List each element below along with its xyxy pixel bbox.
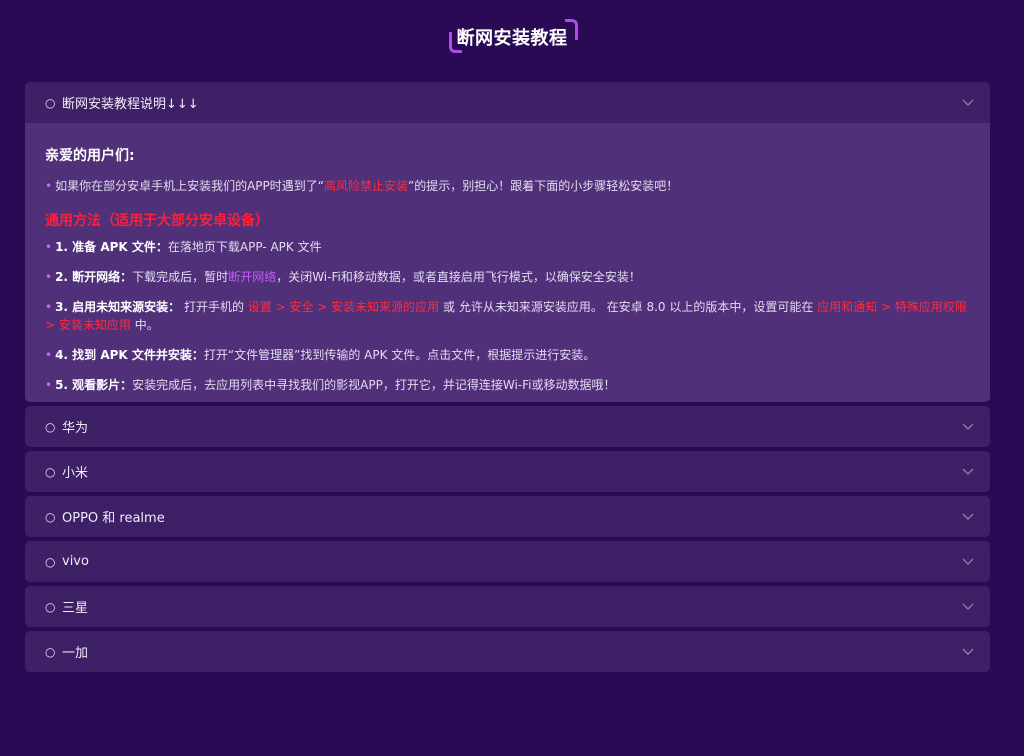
- accordion-header-tutorial[interactable]: ○ 断网安装教程说明↓↓↓: [25, 82, 990, 123]
- accordion-body-tutorial: 亲爱的用户们: • 如果你在部分安卓手机上安装我们的APP时遇到了“高风险禁止安装…: [25, 123, 990, 402]
- step-item: • 3. 启用未知来源安装： 打开手机的 设置 > 安全 > 安装未知来源的应用 …: [45, 298, 970, 334]
- title-corner-decoration: [564, 19, 578, 40]
- step-text: 下载完成后，暂时: [132, 270, 229, 284]
- page-title: 断网安装教程: [448, 19, 578, 53]
- step-highlight: 设置 > 安全 > 安装未知来源的应用: [247, 300, 440, 314]
- bullet-dot-icon: •: [45, 378, 53, 392]
- circle-bullet-icon: ○: [45, 95, 56, 110]
- accordion-header-oneplus[interactable]: ○ 一加: [25, 631, 990, 672]
- step-text: ，关闭Wi-Fi和移动数据，或者直接启用飞行模式，以确保安全安装！: [276, 270, 641, 284]
- step-item: • 4. 找到 APK 文件并安装：打开“文件管理器”找到传输的 APK 文件。点…: [45, 346, 970, 364]
- bullet-dot-icon: •: [45, 300, 53, 314]
- accordion-header-samsung[interactable]: ○ 三星: [25, 586, 990, 627]
- accordion-header-vivo[interactable]: ○ vivo: [25, 541, 990, 582]
- step-item: • 5. 观看影片：安装完成后，去应用列表中寻找我们的影视APP，打开它，并记得连…: [45, 376, 970, 394]
- bullet-dot-icon: •: [45, 240, 53, 254]
- intro-text-after: ”的提示，别担心！跟着下面的小步骤轻松安装吧！: [408, 179, 679, 193]
- accordion-item-huawei: ○ 华为: [25, 406, 990, 447]
- title-corner-decoration: [448, 32, 462, 53]
- step-text: 在落地页下载APP- APK 文件: [167, 240, 322, 254]
- accordion-header-huawei[interactable]: ○ 华为: [25, 406, 990, 447]
- step-text: 打开手机的: [180, 300, 248, 314]
- bullet-dot-icon: •: [45, 348, 53, 362]
- intro-paragraph: • 如果你在部分安卓手机上安装我们的APP时遇到了“高风险禁止安装”的提示，别担心…: [45, 177, 970, 195]
- page-title-text: 断网安装教程: [456, 28, 568, 49]
- page: 断网安装教程 ○ 断网安装教程说明↓↓↓ 亲爱的用户们: • 如果你在部分安卓手机…: [0, 0, 1024, 756]
- accordion-item-xiaomi: ○ 小米: [25, 451, 990, 492]
- step-label: 1. 准备 APK 文件：: [55, 240, 168, 254]
- chevron-down-icon[interactable]: [960, 554, 976, 570]
- chevron-down-icon[interactable]: [960, 599, 976, 615]
- step-text: 安装完成后，去应用列表中寻找我们的影视APP，打开它，并记得连接Wi-Fi或移动…: [132, 378, 616, 392]
- circle-bullet-icon: ○: [45, 599, 56, 614]
- accordion-header-xiaomi[interactable]: ○ 小米: [25, 451, 990, 492]
- accordion-header-label: 小米: [62, 466, 89, 481]
- page-header: 断网安装教程: [0, 19, 1024, 53]
- step-text: 打开“文件管理器”找到传输的 APK 文件。点击文件，根据提示进行安装。: [203, 348, 596, 362]
- bullet-dot-icon: •: [45, 179, 53, 193]
- step-highlight: 断开网络: [228, 270, 277, 284]
- accordion-header-label: 一加: [62, 646, 89, 661]
- chevron-down-icon[interactable]: [960, 644, 976, 660]
- accordion-item-samsung: ○ 三星: [25, 586, 990, 627]
- accordion-item-oppo-realme: ○ OPPO 和 realme: [25, 496, 990, 537]
- accordion-header-label: vivo: [62, 554, 89, 569]
- section-title: 通用方法（适用于大部分安卓设备）: [45, 213, 269, 229]
- accordion-header-label: 断网安装教程说明↓↓↓: [62, 97, 199, 112]
- step-label: 4. 找到 APK 文件并安装：: [55, 348, 204, 362]
- chevron-down-icon[interactable]: [960, 95, 976, 111]
- accordion-header-label: 华为: [62, 421, 89, 436]
- accordion-item-oneplus: ○ 一加: [25, 631, 990, 672]
- step-label: 2. 断开网络：: [55, 270, 133, 284]
- accordion-header-oppo-realme[interactable]: ○ OPPO 和 realme: [25, 496, 990, 537]
- chevron-down-icon[interactable]: [960, 464, 976, 480]
- circle-bullet-icon: ○: [45, 554, 56, 569]
- intro-highlight: 高风险禁止安装: [323, 179, 408, 193]
- step-text: 中。: [130, 318, 159, 332]
- accordion: ○ 断网安装教程说明↓↓↓ 亲爱的用户们: • 如果你在部分安卓手机上安装我们的A…: [25, 82, 990, 676]
- step-item: • 2. 断开网络：下载完成后，暂时断开网络，关闭Wi-Fi和移动数据，或者直接启…: [45, 268, 970, 286]
- accordion-item-vivo: ○ vivo: [25, 541, 990, 582]
- greeting-heading: 亲爱的用户们:: [45, 148, 135, 164]
- accordion-header-label: OPPO 和 realme: [62, 511, 165, 526]
- bullet-dot-icon: •: [45, 270, 53, 284]
- accordion-header-label: 三星: [62, 601, 89, 616]
- chevron-down-icon[interactable]: [960, 419, 976, 435]
- intro-text-before: 如果你在部分安卓手机上安装我们的APP时遇到了“: [55, 179, 324, 193]
- circle-bullet-icon: ○: [45, 419, 56, 434]
- chevron-down-icon[interactable]: [960, 509, 976, 525]
- step-item: • 1. 准备 APK 文件：在落地页下载APP- APK 文件: [45, 238, 970, 256]
- circle-bullet-icon: ○: [45, 509, 56, 524]
- step-text: 或 允许从未知来源安装应用。 在安卓 8.0 以上的版本中，设置可能在: [439, 300, 818, 314]
- circle-bullet-icon: ○: [45, 644, 56, 659]
- circle-bullet-icon: ○: [45, 464, 56, 479]
- step-label: 5. 观看影片：: [55, 378, 133, 392]
- accordion-item-tutorial: ○ 断网安装教程说明↓↓↓ 亲爱的用户们: • 如果你在部分安卓手机上安装我们的A…: [25, 82, 990, 402]
- step-label: 3. 启用未知来源安装：: [55, 300, 181, 314]
